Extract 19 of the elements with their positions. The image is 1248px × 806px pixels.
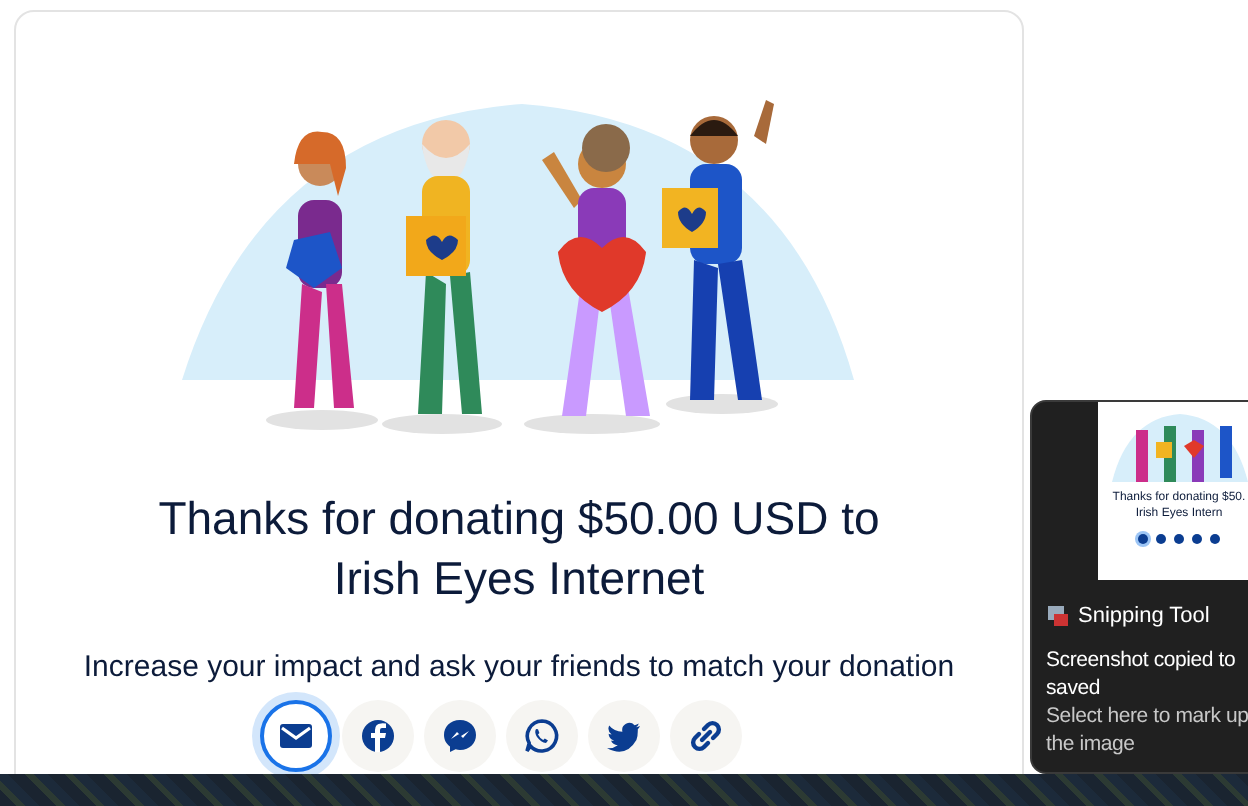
share-button[interactable] (506, 700, 578, 772)
chat-bubble-icon (440, 716, 480, 756)
notification-hint: Select here to mark up (1046, 702, 1248, 730)
phone-bubble-icon (522, 716, 562, 756)
share-button[interactable] (588, 700, 660, 772)
notification-message: Screenshot copied to (1046, 646, 1238, 674)
notification-message: saved (1046, 674, 1103, 702)
share-icons-drawing (1138, 534, 1220, 544)
thank-you-heading: Thanks for donating $50.00 USD to (158, 490, 880, 548)
notification-hint: the image (1046, 730, 1137, 758)
letter-f-icon (358, 716, 398, 756)
share-button[interactable] (670, 700, 742, 772)
share-prompt: Increase your impact and ask your friends to match your donation (83, 650, 955, 684)
share-button[interactable] (424, 700, 496, 772)
link-icon (686, 716, 726, 756)
app-name: Snipping Tool (1078, 604, 1210, 628)
share-button[interactable] (342, 700, 414, 772)
thank-you-heading: Irish Eyes Internet (333, 550, 705, 608)
snipping-tool-icon (1048, 606, 1068, 626)
